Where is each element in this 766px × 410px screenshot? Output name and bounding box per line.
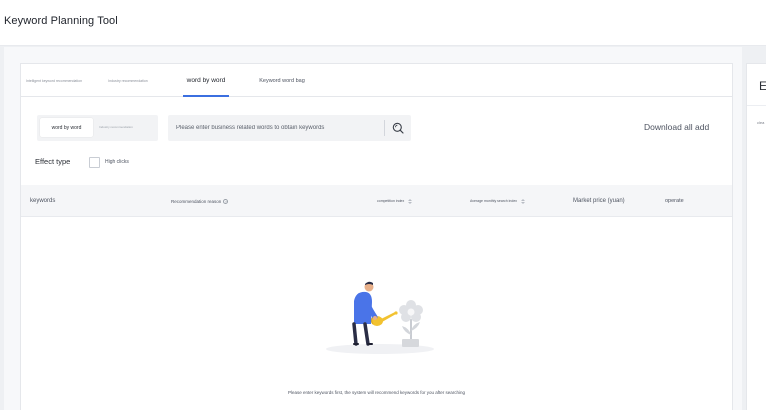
sort-icon[interactable] bbox=[408, 198, 413, 204]
side-panel-tab[interactable]: E bbox=[759, 79, 766, 93]
column-reason-label: Recommendation reason bbox=[171, 198, 222, 204]
tab-bar: Intelligent keyword recommendation Indus… bbox=[21, 64, 732, 97]
column-competition-index: competition index bbox=[377, 185, 413, 217]
effect-type-label: Effect type bbox=[35, 157, 71, 166]
top-bar: Keyword Planning Tool bbox=[0, 0, 766, 46]
search-mode-switch: word by word Industry recommendation bbox=[37, 115, 158, 141]
search-button[interactable] bbox=[387, 118, 409, 138]
side-panel: E clea bbox=[746, 63, 766, 410]
search-box bbox=[168, 115, 411, 141]
tab-industry-recommendation[interactable]: Industry recommendation bbox=[108, 64, 148, 97]
app-title: Keyword Planning Tool bbox=[4, 15, 118, 27]
column-operate: operate bbox=[665, 185, 684, 217]
empty-state-illustration bbox=[326, 281, 434, 354]
column-keywords-label: keywords bbox=[30, 198, 56, 204]
search-input[interactable] bbox=[168, 115, 384, 141]
download-all-add-link[interactable]: Download all add bbox=[644, 122, 709, 132]
active-tab-indicator bbox=[183, 95, 229, 97]
column-market-price: Market price (yuan) bbox=[573, 185, 625, 217]
column-operate-label: operate bbox=[665, 198, 684, 204]
side-panel-text: clea bbox=[757, 120, 765, 125]
column-average-monthly-search: Average monthly search index bbox=[470, 185, 526, 217]
table-header: keywords Recommendation reason ? competi… bbox=[21, 185, 732, 217]
flower-icon bbox=[399, 300, 423, 347]
tab-word-by-word[interactable]: word by word bbox=[183, 64, 229, 97]
high-clicks-label: High clicks bbox=[105, 159, 129, 165]
mode-industry[interactable]: Industry recommendation bbox=[99, 125, 133, 129]
column-avg-search-label: Average monthly search index bbox=[470, 199, 518, 203]
sort-icon[interactable] bbox=[521, 198, 526, 204]
column-market-price-label: Market price (yuan) bbox=[573, 198, 625, 204]
empty-state-message: Please enter keywords first, the system … bbox=[287, 390, 466, 395]
info-icon[interactable]: ? bbox=[223, 198, 229, 204]
column-keywords: keywords bbox=[30, 185, 55, 217]
tab-keyword-word-bag[interactable]: Keyword word bag bbox=[257, 64, 307, 97]
high-clicks-checkbox[interactable] bbox=[89, 157, 100, 168]
column-competition-label: competition index bbox=[377, 199, 405, 203]
search-icon bbox=[392, 122, 404, 134]
side-panel-header: E bbox=[747, 64, 766, 106]
column-recommendation-reason: Recommendation reason ? bbox=[171, 185, 229, 217]
person-icon bbox=[352, 281, 378, 346]
mode-word-by-word[interactable]: word by word bbox=[40, 118, 93, 137]
search-divider bbox=[384, 120, 385, 136]
tab-intelligent-recommendation[interactable]: Intelligent keyword recommendation bbox=[26, 64, 82, 97]
keyword-panel: Intelligent keyword recommendation Indus… bbox=[20, 63, 733, 410]
